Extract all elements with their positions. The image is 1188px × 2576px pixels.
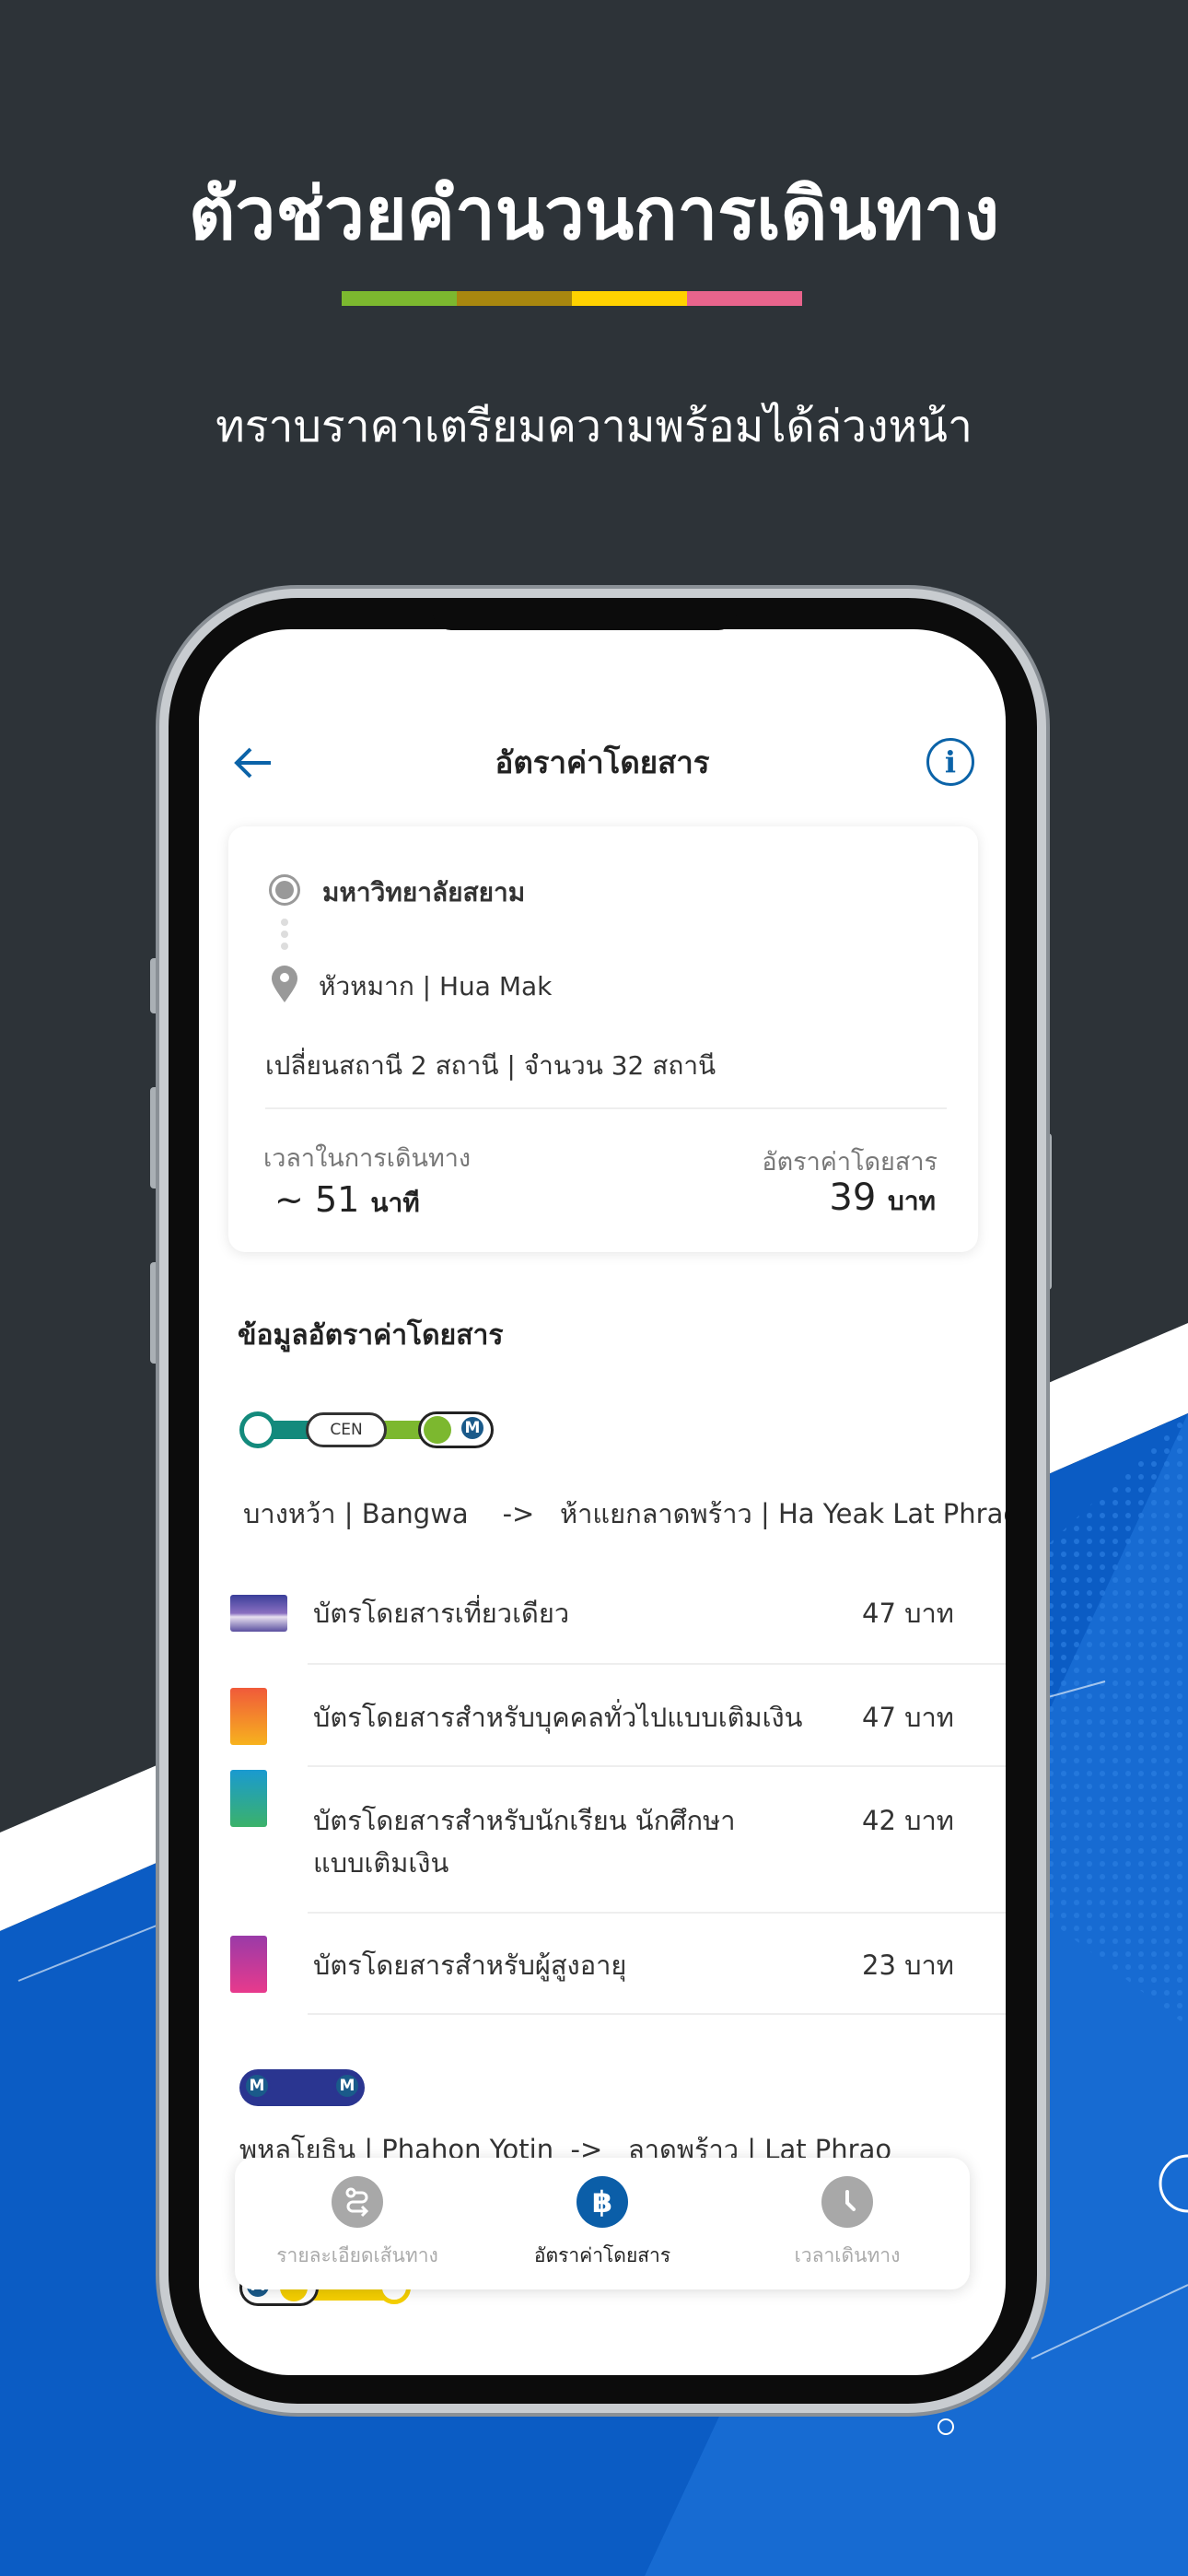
- info-icon: i: [944, 744, 957, 779]
- travel-time: ~ 51 นาที: [274, 1179, 420, 1224]
- fare-type: บัตรโดยสารเที่ยวเดียว: [313, 1598, 570, 1629]
- nav-travel-time[interactable]: เวลาเดินทาง: [725, 2158, 970, 2289]
- line-badge-2: M M: [239, 2069, 365, 2106]
- line-badge-1: CEN M: [239, 1411, 494, 1448]
- destination-station: หัวหมาก | Hua Mak: [319, 971, 553, 1001]
- fare-unit: บาท: [888, 1186, 936, 1216]
- time-unit: นาที: [370, 1188, 420, 1218]
- phone-button: [150, 958, 159, 1013]
- route-summary-card: มหาวิทยาลัยสยาม หัวหมาก | Hua Mak เปลี่ย…: [228, 826, 978, 1252]
- divider: [308, 1912, 1006, 1914]
- segment-to: ห้าแยกลาดพร้าว | Ha Yeak Lat Phrao: [559, 1498, 1006, 1529]
- baht-icon: ฿: [577, 2176, 628, 2228]
- nav-label: อัตราค่าโดยสาร: [533, 2244, 671, 2266]
- time-label: เวลาในการเดินทาง: [263, 1144, 472, 1173]
- fare-label: อัตราค่าโดยสาร: [762, 1148, 938, 1177]
- route-icon: [332, 2176, 383, 2228]
- fare-type: บัตรโดยสารสำหรับนักเรียน นักศึกษา: [313, 1805, 736, 1836]
- mrt-icon: M: [459, 1414, 486, 1442]
- bottom-nav: รายละเอียดเส้นทาง ฿ อัตราค่าโดยสาร เวลาเ…: [235, 2158, 970, 2289]
- time-value: 51: [314, 1179, 360, 1220]
- transfer-info: เปลี่ยนสถานี 2 สถานี | จำนวน 32 สถานี: [265, 1050, 716, 1081]
- fare-price: 47 บาท: [862, 1702, 954, 1733]
- fare-price: 23 บาท: [862, 1950, 954, 1981]
- segment-from: บางหว้า | Bangwa: [243, 1498, 469, 1529]
- clock-icon: [821, 2176, 873, 2228]
- app-screen: อัตราค่าโดยสาร i มหาวิทยาลัยสยาม หัวหมาก…: [199, 629, 1006, 2375]
- senior-card-icon: [230, 1936, 267, 1993]
- fare-info-heading: ข้อมูลอัตราค่าโดยสาร: [238, 1319, 504, 1352]
- fare-price: 42 บาท: [862, 1805, 954, 1836]
- mrt-icon: M: [333, 2072, 361, 2100]
- origin-station: มหาวิทยาลัยสยาม: [322, 877, 526, 907]
- fare-type: บัตรโดยสารสำหรับบุคคลทั่วไปแบบเติมเงิน: [313, 1702, 803, 1733]
- nav-fare[interactable]: ฿ อัตราค่าโดยสาร: [480, 2158, 725, 2289]
- adult-card-icon: [230, 1688, 267, 1745]
- nav-label: รายละเอียดเส้นทาง: [276, 2244, 438, 2266]
- dots-connector: [281, 919, 288, 950]
- promo-subtitle: ทราบราคาเตรียมความพร้อมได้ล่วงหน้า: [215, 401, 973, 452]
- time-prefix: ~: [274, 1179, 304, 1220]
- phone-button: [150, 1262, 159, 1364]
- divider: [308, 1663, 1006, 1665]
- interchange-badge: CEN: [306, 1412, 387, 1447]
- divider: [308, 2013, 1006, 2015]
- single-journey-card-icon: [230, 1595, 287, 1632]
- info-button[interactable]: i: [926, 738, 974, 786]
- total-fare: 39 บาท: [829, 1177, 936, 1222]
- fare-type-line2: แบบเติมเงิน: [313, 1847, 449, 1879]
- fare-type: บัตรโดยสารสำหรับผู้สูงอายุ: [313, 1950, 627, 1981]
- mrt-icon: M: [243, 2072, 271, 2100]
- location-pin-icon: [272, 966, 297, 1002]
- arrow: ->: [502, 1498, 535, 1529]
- phone-button: [150, 1087, 159, 1188]
- origin-icon: [269, 874, 300, 906]
- divider: [308, 1765, 1006, 1767]
- nav-route-details[interactable]: รายละเอียดเส้นทาง: [235, 2158, 480, 2289]
- student-card-icon: [230, 1770, 267, 1827]
- nav-label: เวลาเดินทาง: [794, 2244, 901, 2266]
- segment-route: บางหว้า | Bangwa -> ห้าแยกลาดพร้าว | Ha …: [243, 1493, 1006, 1535]
- fare-price: 47 บาท: [862, 1598, 954, 1629]
- page-title: อัตราค่าโดยสาร: [495, 744, 710, 780]
- divider: [265, 1107, 947, 1109]
- promo-headline: ตัวช่วยคำนวนการเดินทาง: [188, 173, 1000, 256]
- fare-value: 39: [829, 1177, 877, 1219]
- color-bar: [342, 291, 802, 306]
- phone-notch: [433, 608, 737, 630]
